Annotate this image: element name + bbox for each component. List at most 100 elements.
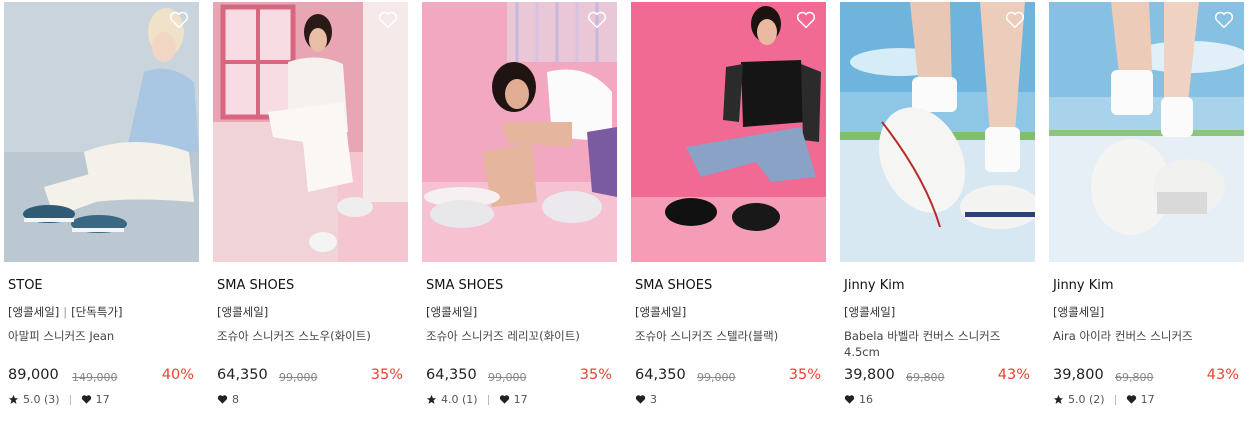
star-icon [8, 394, 19, 404]
promo-tags: [앵콜세일] [844, 304, 895, 320]
brand-name[interactable]: SMA SHOES [635, 278, 712, 293]
sale-price: 39,800 [1053, 367, 1104, 383]
original-price: 99,000 [697, 371, 736, 384]
product-image[interactable] [422, 2, 617, 262]
product-name[interactable]: 아말피 스니커즈 Jean [8, 328, 188, 344]
like-count: 16 [859, 393, 873, 406]
sale-price: 64,350 [217, 367, 268, 383]
product-card[interactable]: SMA SHOES [앵콜세일] 조슈아 스니커즈 스텔라(블랙) 64,350… [631, 2, 826, 420]
promo-tags: [앵콜세일] [217, 304, 268, 320]
product-card[interactable]: Jinny Kim [앵콜세일] Babela 바벨라 컨버스 스니커즈 4.5… [840, 2, 1035, 420]
product-name[interactable]: 조슈아 스니커즈 스노우(화이트) [217, 328, 397, 344]
like-count: 17 [95, 393, 110, 406]
wishlist-button[interactable] [169, 11, 189, 29]
product-photo [631, 2, 826, 262]
like-count: 3 [650, 393, 657, 406]
product-photo [840, 2, 1035, 262]
heart-outline-icon [1214, 11, 1234, 29]
original-price: 99,000 [279, 371, 318, 384]
product-meta: 4.0 (1) 17 [426, 393, 528, 406]
promo-tags: [앵콜세일] [635, 304, 686, 320]
product-name[interactable]: Babela 바벨라 컨버스 스니커즈 4.5cm [844, 328, 1024, 360]
product-meta: 3 [635, 393, 657, 406]
promo-tag: [앵콜세일] [844, 305, 896, 319]
brand-name[interactable]: Jinny Kim [844, 278, 905, 293]
product-card[interactable]: STOE [앵콜세일] | [단독특가] 아말피 스니커즈 Jean 89,000 … [4, 2, 199, 420]
discount-rate: 43% [997, 367, 1030, 383]
product-image[interactable] [4, 2, 199, 262]
sale-price: 64,350 [635, 367, 686, 383]
product-card[interactable]: Jinny Kim [앵콜세일] Aira 아이라 컨버스 스니커즈 39,80… [1049, 2, 1244, 420]
product-photo [213, 2, 408, 262]
product-meta: 5.0 (3) 17 [8, 393, 110, 406]
like-count: 8 [232, 393, 239, 406]
promo-tag: [단독특가] [71, 305, 123, 319]
heart-outline-icon [169, 11, 189, 29]
original-price: 99,000 [488, 371, 527, 384]
product-name[interactable]: Aira 아이라 컨버스 스니커즈 [1053, 328, 1233, 344]
promo-tags: [앵콜세일] [426, 304, 477, 320]
product-grid: STOE [앵콜세일] | [단독특가] 아말피 스니커즈 Jean 89,000 … [4, 2, 1254, 422]
product-photo [1049, 2, 1244, 262]
product-name[interactable]: 조슈아 스니커즈 레리꼬(화이트) [426, 328, 606, 344]
sale-price: 39,800 [844, 367, 895, 383]
product-meta: 5.0 (2) 17 [1053, 393, 1155, 406]
discount-rate: 35% [370, 367, 403, 383]
original-price: 69,800 [906, 371, 945, 384]
discount-rate: 43% [1206, 367, 1239, 383]
divider [1114, 394, 1116, 405]
product-image[interactable] [631, 2, 826, 262]
wishlist-button[interactable] [587, 11, 607, 29]
promo-tags: [앵콜세일] | [단독특가] [8, 305, 123, 319]
product-card[interactable]: SMA SHOES [앵콜세일] 조슈아 스니커즈 레리꼬(화이트) 64,35… [422, 2, 617, 420]
divider [69, 394, 71, 405]
heart-filled-icon [844, 395, 855, 404]
like-count: 17 [1140, 393, 1155, 406]
promo-tag: [앵콜세일] [217, 305, 269, 319]
wishlist-button[interactable] [1005, 11, 1025, 29]
wishlist-button[interactable] [796, 11, 816, 29]
product-photo [4, 2, 199, 262]
original-price: 69,800 [1115, 371, 1154, 384]
heart-outline-icon [796, 11, 816, 29]
heart-filled-icon [1126, 395, 1136, 404]
product-image[interactable] [840, 2, 1035, 262]
product-meta: 16 [844, 393, 873, 406]
discount-rate: 35% [788, 367, 821, 383]
brand-name[interactable]: SMA SHOES [217, 278, 294, 293]
heart-filled-icon [499, 395, 509, 404]
promo-tag: [앵콜세일] [635, 305, 687, 319]
promo-tag: [앵콜세일] [8, 305, 60, 319]
heart-filled-icon [81, 395, 91, 404]
product-meta: 8 [217, 393, 239, 406]
discount-rate: 40% [161, 367, 194, 383]
sale-price: 89,000 [8, 367, 59, 383]
rating-value: 4.0 (1) [441, 393, 478, 406]
star-icon [1053, 394, 1064, 404]
wishlist-button[interactable] [378, 11, 398, 29]
product-card[interactable]: SMA SHOES [앵콜세일] 조슈아 스니커즈 스노우(화이트) 64,35… [213, 2, 408, 420]
rating-value: 5.0 (2) [1068, 393, 1105, 406]
product-image[interactable] [1049, 2, 1244, 262]
wishlist-button[interactable] [1214, 11, 1234, 29]
heart-outline-icon [587, 11, 607, 29]
promo-tag: [앵콜세일] [426, 305, 478, 319]
heart-filled-icon [635, 395, 646, 404]
product-name[interactable]: 조슈아 스니커즈 스텔라(블랙) [635, 328, 815, 344]
original-price: 149,000 [72, 371, 118, 384]
divider [487, 394, 489, 405]
promo-tag: [앵콜세일] [1053, 305, 1105, 319]
sale-price: 64,350 [426, 367, 477, 383]
brand-name[interactable]: SMA SHOES [426, 278, 503, 293]
discount-rate: 35% [579, 367, 612, 383]
heart-outline-icon [378, 11, 398, 29]
heart-outline-icon [1005, 11, 1025, 29]
brand-name[interactable]: Jinny Kim [1053, 278, 1114, 293]
heart-filled-icon [217, 395, 228, 404]
brand-name[interactable]: STOE [8, 278, 43, 293]
star-icon [426, 394, 437, 404]
product-image[interactable] [213, 2, 408, 262]
promo-tags: [앵콜세일] [1053, 304, 1104, 320]
rating-value: 5.0 (3) [23, 393, 60, 406]
product-photo [422, 2, 617, 262]
